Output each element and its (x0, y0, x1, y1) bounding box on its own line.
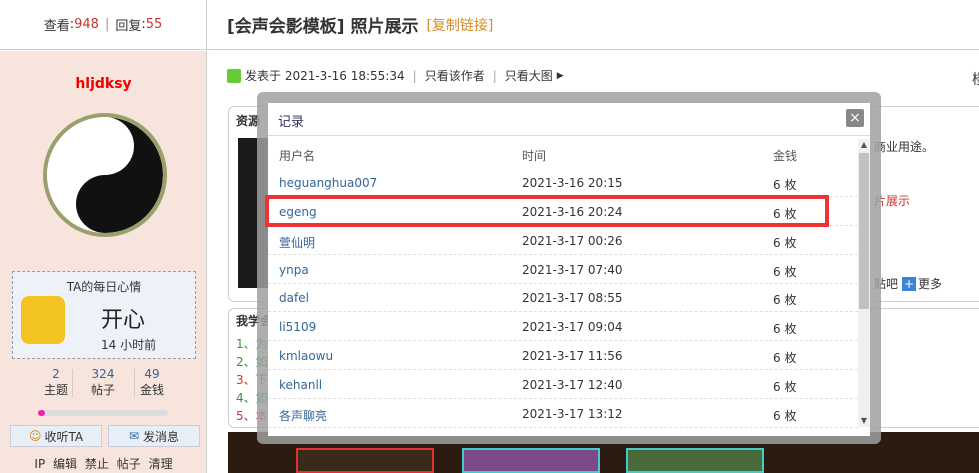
only-author-link[interactable]: 只看该作者 (425, 67, 485, 84)
admin-link-ip[interactable]: IP (34, 457, 45, 471)
thumb-image[interactable] (626, 448, 764, 473)
row-time: 2021-3-17 11:56 (522, 349, 623, 363)
caret-right-icon: ▶ (556, 70, 564, 81)
user-online-icon (227, 68, 241, 83)
mood-title: TA的每日心情 (66, 280, 142, 294)
row-money: 6 枚 (773, 293, 797, 307)
row-time: 2021-3-17 00:26 (522, 234, 623, 248)
mood-value: 开心 (101, 308, 146, 333)
table-row: kmlaowu 2021-3-17 11:56 6 枚 (268, 342, 858, 370)
table-row: dafel 2021-3-17 08:55 6 枚 (268, 284, 858, 312)
big-image-link[interactable]: 只看大图 (505, 67, 553, 84)
row-time: 2021-3-17 09:04 (522, 320, 623, 334)
row-money: 6 枚 (773, 409, 797, 423)
row-user[interactable]: 各声聊亮 (279, 407, 327, 424)
row-money: 6 枚 (773, 178, 797, 192)
row-money: 6 枚 (773, 265, 797, 279)
table-row: ynpa 2021-3-17 07:40 6 枚 (268, 256, 858, 284)
scroll-down-icon[interactable]: ▼ (858, 415, 870, 427)
floor-label: 楼 (972, 69, 979, 89)
post-meta: 发表于 2021-3-16 18:55:34 | 只看该作者 | 只看大图 ▶ (227, 67, 564, 84)
follow-icon: ☺ (28, 429, 42, 443)
row-money: 6 枚 (773, 322, 797, 336)
dialog-title: 记录 (278, 115, 305, 130)
row-user[interactable]: li5109 (279, 320, 316, 334)
stat-money[interactable]: 49 金钱 (122, 367, 182, 398)
rating-log-dialog: 记录 × 用户名 时间 金钱 heguanghua007 2021-3-16 2… (268, 103, 870, 436)
row-time: 2021-3-17 07:40 (522, 263, 623, 277)
level-progress-fill (38, 410, 45, 416)
views-count: 948 (74, 17, 99, 32)
table-row: kehanll 2021-3-17 12:40 6 枚 (268, 371, 858, 399)
column-header-money: 金钱 (773, 149, 798, 163)
table-row: li5109 2021-3-17 09:04 6 枚 (268, 313, 858, 341)
column-header-time: 时间 (522, 149, 547, 163)
replies-label: 回复 (115, 19, 142, 34)
row-user[interactable]: ynpa (279, 263, 309, 277)
mail-icon: ✉ (128, 429, 140, 443)
row-time: 2021-3-17 08:55 (522, 291, 623, 305)
row-user[interactable]: kehanll (279, 378, 322, 392)
author-name[interactable]: hljdksy (0, 76, 207, 92)
views-label: 查看 (43, 19, 70, 34)
column-header-user: 用户名 (279, 149, 316, 163)
row-user[interactable]: 萱仙明 (279, 234, 315, 251)
replies-count: 55 (145, 17, 163, 32)
close-icon: × (849, 110, 861, 126)
commercial-text: 商业用途。 (874, 140, 935, 154)
row-time: 2021-3-16 20:15 (522, 176, 623, 190)
row-money: 6 枚 (773, 380, 797, 394)
admin-link-posts[interactable]: 帖子 (117, 457, 141, 471)
page: 查看 : 948 | 回复 : 55 [会声会影模板] 照片展示 [复制链接] … (0, 0, 979, 473)
message-button[interactable]: ✉ 发消息 (108, 425, 200, 447)
thread-title: [会声会影模板] 照片展示 (227, 17, 419, 37)
avatar[interactable] (43, 113, 167, 237)
scroll-thumb[interactable] (859, 153, 869, 309)
thread-title-bar: [会声会影模板] 照片展示 [复制链接] (207, 0, 979, 50)
table-row: 萱仙明 2021-3-17 00:26 6 枚 (268, 227, 858, 255)
row-time: 2021-3-17 13:12 (522, 407, 623, 421)
row-user[interactable]: heguanghua007 (279, 176, 377, 190)
admin-link-ban[interactable]: 禁止 (85, 457, 109, 471)
admin-link-edit[interactable]: 编辑 (53, 457, 77, 471)
thread-stats: 查看 : 948 | 回复 : 55 (0, 0, 207, 50)
copy-link[interactable]: [复制链接] (426, 15, 493, 35)
author-sidebar: hljdksy TA的每日心情 开心 14 小时前 2 主题 324 帖子 49 (0, 51, 207, 473)
scroll-up-icon[interactable]: ▲ (858, 139, 870, 151)
thumb-image[interactable] (296, 448, 434, 473)
yin-yang-icon (47, 117, 163, 233)
row-time: 2021-3-17 12:40 (522, 378, 623, 392)
row-user[interactable]: dafel (279, 291, 309, 305)
share-row: 贴吧 + 更多 (874, 275, 942, 292)
thumb-image[interactable] (462, 448, 600, 473)
row-user[interactable]: kmlaowu (279, 349, 333, 363)
follow-button[interactable]: ☺ 收听TA (10, 425, 102, 447)
close-button[interactable]: × (846, 109, 864, 127)
table-row: 各声聊亮 2021-3-17 13:12 6 枚 (268, 400, 858, 428)
dialog-scrollbar[interactable]: ▲ ▼ (858, 139, 870, 427)
row-money: 6 枚 (773, 351, 797, 365)
post-time: 发表于 2021-3-16 18:55:34 (245, 69, 405, 83)
highlight-box (265, 195, 829, 227)
more-plus-icon: + (902, 276, 917, 291)
mood-face-icon (21, 296, 65, 344)
admin-links: IP 编辑 禁止 帖子 清理 (0, 455, 207, 472)
dialog-header: 记录 × (268, 103, 870, 136)
table-row: heguanghua007 2021-3-16 20:15 6 枚 (268, 169, 858, 197)
more-link[interactable]: 更多 (918, 275, 942, 292)
admin-link-clean[interactable]: 清理 (149, 457, 173, 471)
mood-box: TA的每日心情 开心 14 小时前 (12, 271, 196, 359)
level-progress-bar (38, 410, 168, 416)
mood-time: 14 小时前 (101, 338, 157, 352)
row-money: 6 枚 (773, 236, 797, 250)
